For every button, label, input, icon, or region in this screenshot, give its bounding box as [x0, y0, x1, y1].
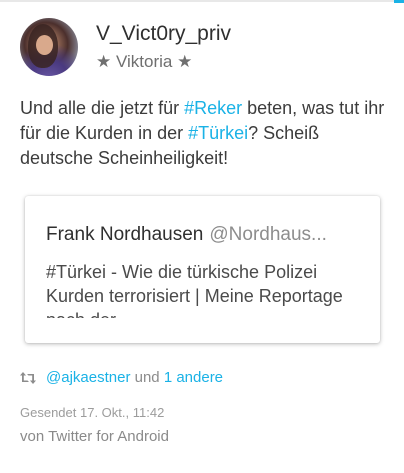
retweet-connector: und [134, 369, 160, 386]
quoted-author-line: Frank Nordhausen @Nordhaus... [46, 224, 327, 246]
others-link[interactable]: 1 andere [164, 369, 223, 386]
quoted-tweet-card[interactable]: Frank Nordhausen @Nordhaus... #Türkei - W… [25, 196, 380, 343]
tweet-text-segment: Und alle die jetzt für [20, 98, 185, 118]
tweet-header: V_Vict0ry_priv ★ Viktoria ★ [20, 18, 384, 80]
avatar[interactable] [20, 18, 78, 76]
accent-mark [394, 0, 404, 3]
hashtag-tuerkei[interactable]: #Türkei [188, 123, 248, 143]
quoted-tweet-text: #Türkei - Wie die türkische Polizei Kurd… [46, 262, 343, 318]
retweeter-link[interactable]: @ajkaestner [46, 369, 130, 386]
client-source: von Twitter for Android [20, 428, 169, 445]
tweet-text: Und alle die jetzt für #Reker beten, was… [20, 96, 390, 171]
retweet-icon [20, 372, 36, 384]
hashtag-reker[interactable]: #Reker [184, 98, 242, 118]
retweet-text: @ajkaestner und 1 andere [46, 369, 223, 386]
quoted-author-name: Frank Nordhausen [46, 224, 204, 245]
quoted-author-handle: @Nordhaus... [209, 224, 327, 245]
username[interactable]: V_Vict0ry_priv [96, 22, 231, 46]
display-name: ★ Viktoria ★ [96, 52, 193, 71]
top-divider [0, 0, 404, 3]
sent-timestamp: Gesendet 17. Okt., 11:42 [20, 405, 165, 420]
